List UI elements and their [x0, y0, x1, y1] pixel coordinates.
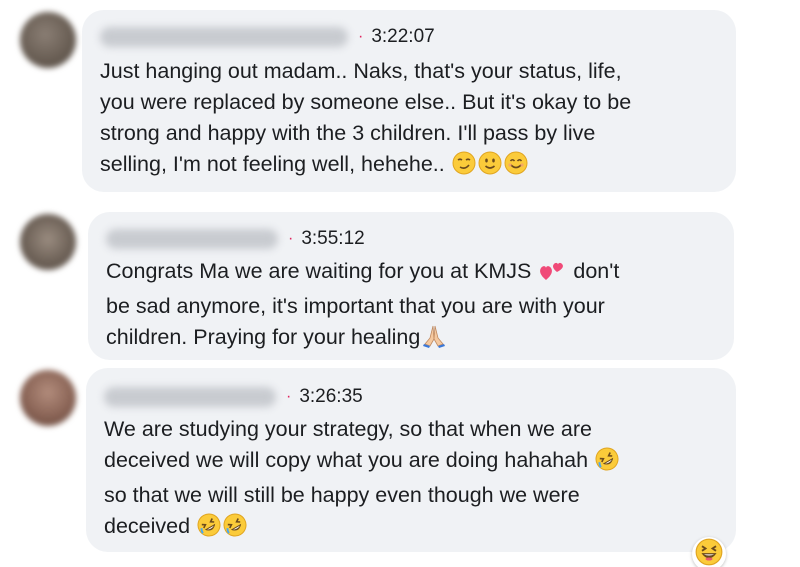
- separator-dot: ·: [358, 28, 364, 45]
- rofl-face-icon: [595, 447, 619, 480]
- comment-meta: · 3:26:35: [104, 384, 363, 410]
- comment-line: strong and happy with the 3 children. I'…: [100, 121, 596, 145]
- comment-text: We are studying your strategy, so that w…: [104, 414, 730, 546]
- author-name-blurred[interactable]: [106, 229, 278, 249]
- comment-line: so that we will still be happy even thou…: [104, 483, 580, 507]
- comment-meta: · 3:55:12: [106, 226, 365, 252]
- comments-thread: · 3:22:07 Just hanging out madam.. Naks,…: [0, 0, 800, 567]
- author-name-blurred[interactable]: [100, 27, 348, 47]
- comment-line: We are studying your strategy, so that w…: [104, 417, 592, 441]
- comment-timestamp[interactable]: 3:26:35: [299, 386, 362, 408]
- comment-timestamp[interactable]: 3:55:12: [301, 228, 364, 250]
- avatar[interactable]: [20, 214, 76, 270]
- two-hearts-icon: [538, 258, 566, 291]
- separator-dot: ·: [288, 230, 294, 247]
- comment-line: deceived: [104, 514, 191, 538]
- comment-line: Just hanging out madam.. Naks, that's yo…: [100, 59, 622, 83]
- avatar[interactable]: [20, 12, 76, 68]
- avatar[interactable]: [20, 370, 76, 426]
- praying-hands-icon: [421, 324, 447, 357]
- slight-smile-face-icon: [478, 151, 502, 184]
- comment-timestamp[interactable]: 3:22:07: [371, 26, 434, 48]
- comment-line: don't: [573, 259, 620, 283]
- comment-text: Congrats Ma we are waiting for you at KM…: [106, 256, 726, 357]
- smiling-eyes-face-icon: [504, 151, 528, 184]
- rofl-face-icon: [197, 513, 221, 546]
- comment-line: children. Praying for your healing: [106, 325, 421, 349]
- smirk-face-icon: [452, 151, 476, 184]
- comment-line: Congrats Ma we are waiting for you at KM…: [106, 259, 532, 283]
- comment-line: selling, I'm not feeling well, hehehe..: [100, 152, 445, 176]
- comment-text: Just hanging out madam.. Naks, that's yo…: [100, 56, 730, 184]
- rofl-face-icon: [223, 513, 247, 546]
- reaction-badge[interactable]: [692, 537, 726, 567]
- author-name-blurred[interactable]: [104, 387, 276, 407]
- comment-line: deceived we will copy what you are doing…: [104, 448, 589, 472]
- laughing-face-icon: [695, 538, 723, 567]
- comment-meta: · 3:22:07: [100, 24, 435, 50]
- comment-line: you were replaced by someone else.. But …: [100, 90, 632, 114]
- comment-line: be sad anymore, it's important that you …: [106, 294, 605, 318]
- separator-dot: ·: [286, 388, 292, 405]
